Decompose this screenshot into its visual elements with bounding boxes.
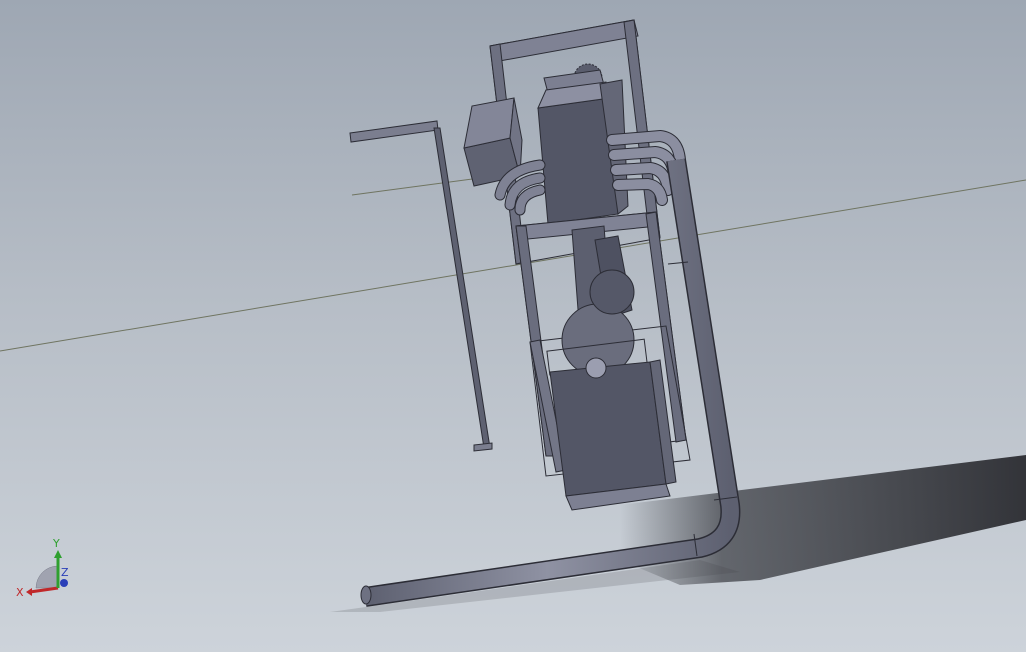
- y-axis-label: Y: [52, 537, 60, 550]
- y-axis-head: [54, 550, 62, 558]
- z-axis-label: Z: [61, 566, 69, 579]
- cad-model-scene[interactable]: [0, 0, 1026, 652]
- cylinder-block[interactable]: [537, 69, 629, 225]
- x-axis-head: [26, 588, 32, 596]
- triad-quadrant: [35, 565, 59, 589]
- connecting-rod[interactable]: [546, 225, 648, 377]
- 3d-viewport[interactable]: X Y Z: [0, 0, 1026, 652]
- z-axis-dot: [60, 579, 68, 587]
- view-orientation-triad[interactable]: X Y Z: [14, 530, 84, 600]
- x-axis-label: X: [16, 586, 24, 599]
- crankcase-block[interactable]: [549, 357, 677, 511]
- x-axis-arrow: [29, 586, 59, 594]
